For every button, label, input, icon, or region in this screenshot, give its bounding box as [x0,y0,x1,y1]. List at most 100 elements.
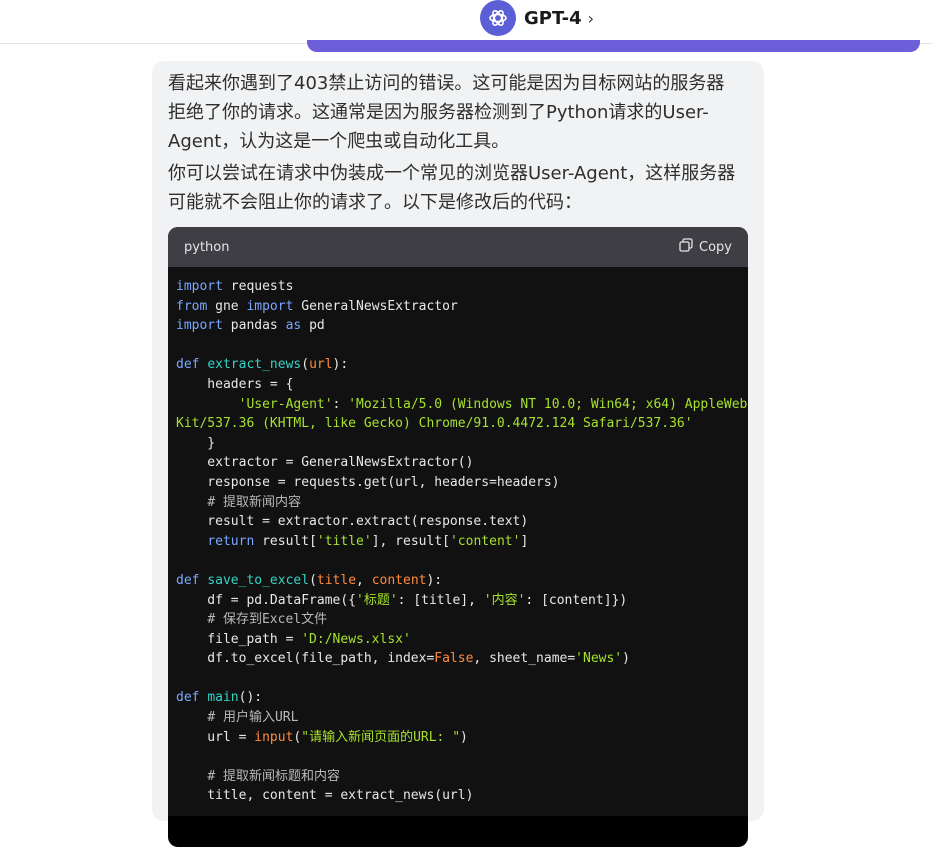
model-name: GPT-4 [524,7,582,29]
code-token: title, content = extract_news(url) [176,788,474,804]
code-token: input [254,729,294,745]
openai-logo-icon [480,0,516,36]
code-line: url = input("请输入新闻页面的URL: ") [176,728,740,748]
code-language-label: python [184,239,230,255]
code-line: import requests [176,277,740,297]
code-line: result = extractor.extract(response.text… [176,512,740,532]
code-token: save_to_excel [207,572,310,588]
code-token: ], result[ [371,533,450,549]
code-line: # 保存到Excel文件 [176,610,740,630]
code-line: extractor = GeneralNewsExtractor() [176,453,740,473]
message-paragraph-1: 看起来你遇到了403禁止访问的错误。这可能是因为目标网站的服务器拒绝了你的请求。… [168,73,725,152]
code-token: 'User-Agent' [238,396,333,412]
assistant-message: 看起来你遇到了403禁止访问的错误。这可能是因为目标网站的服务器拒绝了你的请求。… [152,61,764,847]
top-bar: GPT-4 › [0,0,932,44]
code-token: pandas [222,318,286,334]
code-line: # 提取新闻标题和内容 [176,767,740,787]
code-token: content [371,572,427,588]
code-block-header: python Copy [168,227,748,267]
code-token: '标题' [356,592,398,608]
code-line: 'User-Agent': 'Mozilla/5.0 (Windows NT 1… [176,395,748,415]
code-token: gne [207,298,247,314]
code-token: import [176,279,223,294]
code-line: Kit/537.36 (KHTML, like Gecko) Chrome/91… [176,414,740,434]
code-line: def save_to_excel(title, content): [176,571,740,591]
code-line: df.to_excel(file_path, index=False, shee… [176,649,740,669]
code-token: result[ [254,533,317,549]
code-token: headers = { [176,376,294,392]
code-token: ) [460,729,468,745]
code-token: main [207,690,239,706]
code-token: : [332,396,349,412]
code-block: python Copy import requests from gne impo… [168,227,748,847]
code-token: extract_news [207,357,302,373]
code-token: extractor = GeneralNewsExtractor() [176,455,474,471]
user-message-bubble [307,40,920,52]
code-token: url [309,357,333,373]
code-line: def extract_news(url): [176,355,740,375]
code-line: headers = { [176,375,740,395]
code-token: '内容' [483,592,526,608]
code-token: (): [238,690,263,706]
code-token: title [316,572,357,588]
code-token: 'title' [316,533,372,549]
copy-icon [679,238,693,256]
code-line: # 用户输入URL [176,708,740,728]
code-token: requests [222,279,294,294]
code-line: from gne import GeneralNewsExtractor [176,297,740,317]
code-token: # 提取新闻标题和内容 [207,768,340,784]
code-token: # 用户输入URL [207,710,299,726]
code-token: response = requests.get(url, headers=hea… [176,474,560,490]
code-content: import requests from gne import GeneralNe… [168,267,748,817]
code-token: file_path = [176,631,302,647]
code-line: return result['title'], result['content'… [176,532,740,552]
code-line: response = requests.get(url, headers=hea… [176,473,740,493]
code-token: 'News' [575,651,623,667]
code-line: title, content = extract_news(url) [176,786,740,806]
code-token: result = extractor.extract(response.text… [176,514,529,530]
code-token: url = [176,729,255,745]
code-token: ): [332,357,349,373]
code-line: } [176,434,740,454]
copy-code-button[interactable]: Copy [679,238,732,256]
copy-label: Copy [699,239,732,255]
code-token: ( [301,357,310,373]
code-token: , sheet_name= [473,651,576,667]
code-token: def [176,572,200,588]
code-token: df.to_excel(file_path, index= [176,651,435,667]
code-line: file_path = 'D:/News.xlsx' [176,630,740,650]
code-token: as [285,318,302,334]
model-selector[interactable]: GPT-4 › [480,0,594,36]
code-token: pd [301,318,325,334]
message-paragraph-2: 你可以尝试在请求中伪装成一个常见的浏览器User-Agent，这样服务器可能就不… [168,163,736,213]
code-token: 'content' [449,533,521,549]
code-token: def [176,357,200,373]
code-token: import [176,318,223,334]
code-token: import [246,298,294,314]
code-token: ) [622,651,630,667]
code-line: # 提取新闻内容 [176,493,740,513]
code-line: import pandas as pd [176,316,740,336]
code-token: } [176,435,216,451]
code-token: df = pd.DataFrame({ [176,592,357,608]
code-token: , [356,572,372,588]
code-token: : [content]}) [525,592,628,608]
chevron-right-icon: › [587,8,595,28]
code-token: ( [309,572,317,588]
code-line: df = pd.DataFrame({'标题': [title], '内容': … [176,591,740,611]
code-token: ): [426,572,443,588]
code-token: 'Mozilla/5.0 (Windows NT 10.0; Win64; x6… [348,396,748,412]
code-token: : [title], [397,592,484,608]
code-token: from [176,298,208,314]
code-token: 'D:/News.xlsx' [301,631,411,647]
